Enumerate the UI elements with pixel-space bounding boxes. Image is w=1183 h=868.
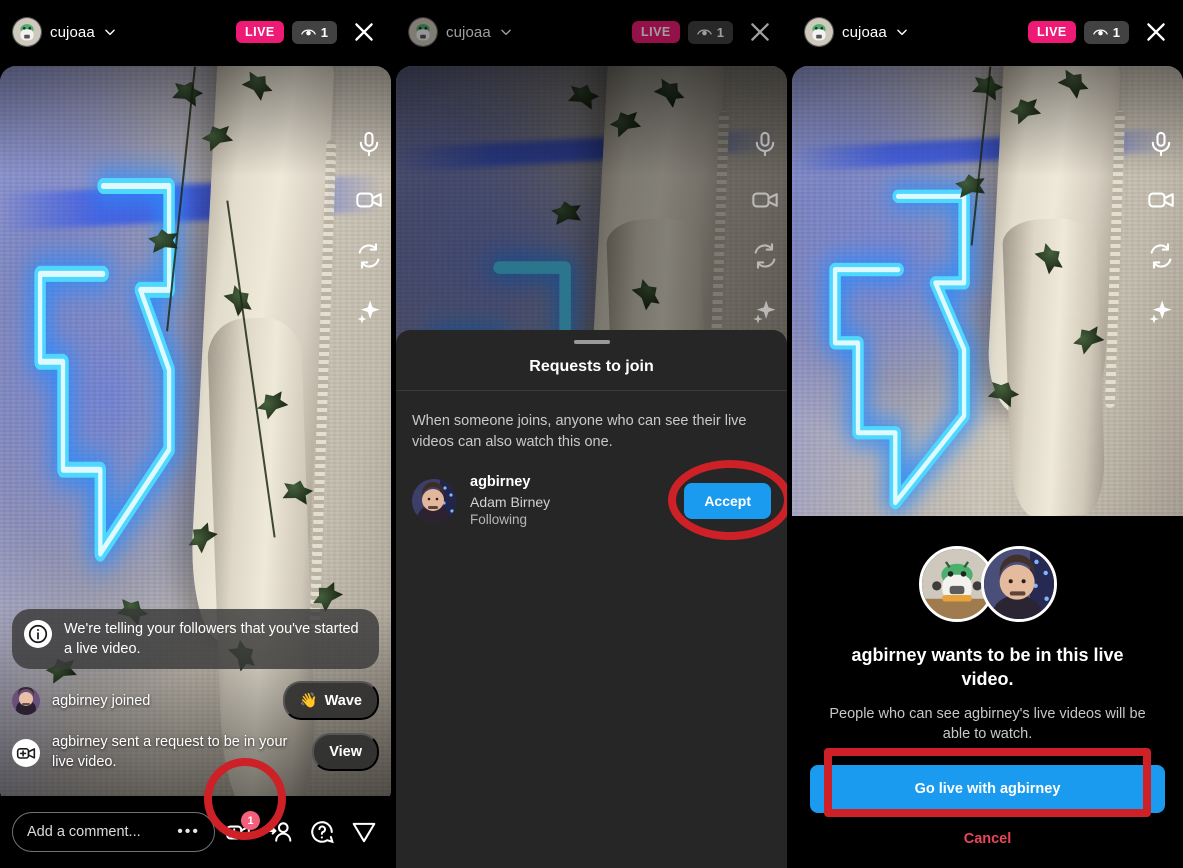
table-row: agbirney Adam Birney Following Accept	[396, 453, 787, 530]
viewer-count-value: 1	[1112, 24, 1120, 40]
live-badge: LIVE	[1027, 20, 1076, 44]
camera-control-rail-1	[355, 130, 383, 326]
viewer-count-badge[interactable]: 1	[291, 20, 337, 44]
requests-bottom-sheet: Requests to join When someone joins, any…	[396, 330, 787, 868]
live-video-viewport-3	[792, 66, 1183, 516]
phone-panel-2: cujoaa LIVE 1 Requests to join When some…	[396, 0, 787, 868]
dialog-title: agbirney wants to be in this live video.	[851, 645, 1124, 689]
chevron-down-icon[interactable]	[103, 25, 117, 39]
sparkles-effects-icon[interactable]	[1147, 298, 1175, 326]
sparkles-effects-icon[interactable]	[751, 298, 779, 326]
video-camera-icon[interactable]	[751, 186, 779, 214]
question-circle-icon[interactable]	[309, 819, 335, 845]
video-camera-icon[interactable]	[1147, 186, 1175, 214]
close-icon[interactable]	[1143, 19, 1169, 45]
wave-hand-icon: 👋	[299, 693, 318, 709]
comment-placeholder: Add a comment...	[27, 824, 141, 840]
request-relationship: Following	[470, 512, 528, 528]
viewer-count-badge[interactable]: 1	[687, 20, 733, 44]
comment-composer-bar: Add a comment... ••• 1	[0, 796, 391, 868]
chevron-down-icon[interactable]	[895, 25, 909, 39]
viewer-count-value: 1	[320, 24, 328, 40]
search-input[interactable]: Add a comment... •••	[12, 812, 215, 852]
microphone-icon[interactable]	[751, 130, 779, 158]
microphone-icon[interactable]	[1147, 130, 1175, 158]
info-icon	[24, 620, 52, 648]
ellipsis-icon[interactable]: •••	[177, 823, 200, 841]
live-top-bar-1: cujoaa LIVE 1	[0, 12, 391, 52]
phone-panel-3: cujoaa LIVE 1 agbirney wants to be in th…	[792, 0, 1183, 868]
flip-camera-icon[interactable]	[355, 242, 383, 270]
view-request-button[interactable]: View	[312, 733, 379, 771]
go-live-confirmation-dialog: agbirney wants to be in this live video.…	[792, 516, 1183, 868]
flip-camera-icon[interactable]	[1147, 242, 1175, 270]
sheet-grabber-handle[interactable]	[573, 340, 610, 344]
chevron-down-icon[interactable]	[499, 25, 513, 39]
robot-avatar[interactable]	[804, 17, 834, 47]
cancel-button[interactable]: Cancel	[964, 831, 1012, 847]
sheet-description: When someone joins, anyone who can see t…	[412, 413, 747, 451]
stream-username[interactable]: cujoaa	[50, 24, 95, 41]
event-text: agbirney sent a request to be in your li…	[52, 734, 288, 770]
view-button-label: View	[329, 744, 362, 760]
request-meta: agbirney Adam Birney Following	[470, 473, 670, 530]
live-event-feed: We're telling your followers that you've…	[0, 609, 391, 772]
composer-icon-row: 1	[225, 811, 379, 845]
info-toast: We're telling your followers that you've…	[12, 609, 379, 669]
stream-username[interactable]: cujoaa	[446, 24, 491, 41]
eye-icon	[696, 26, 712, 39]
robot-avatar[interactable]	[408, 17, 438, 47]
list-item: agbirney sent a request to be in your li…	[12, 732, 379, 772]
info-toast-text: We're telling your followers that you've…	[64, 621, 359, 657]
dialog-subtitle: People who can see agbirney's live video…	[829, 705, 1146, 743]
avatar-pair	[918, 546, 1057, 622]
accept-button[interactable]: Accept	[684, 483, 771, 520]
close-icon[interactable]	[351, 19, 377, 45]
wave-button-label: Wave	[324, 692, 362, 709]
user-avatar[interactable]	[412, 479, 456, 524]
live-badge: LIVE	[235, 20, 284, 44]
screenshot-stage: cujoaa LIVE 1 We're telling your followe…	[0, 0, 1183, 868]
page-title: Requests to join	[396, 358, 787, 391]
neon-lightning-bolt	[20, 170, 192, 570]
wave-button[interactable]: 👋 Wave	[282, 681, 379, 720]
go-live-with-guest-button[interactable]: Go live with agbirney	[810, 764, 1165, 813]
viewer-count-value: 1	[716, 24, 724, 40]
robot-avatar[interactable]	[12, 17, 42, 47]
status-badge: 1	[241, 811, 260, 830]
camera-control-rail-3	[1147, 130, 1175, 326]
event-text: agbirney joined	[52, 692, 151, 709]
camera-control-rail-2	[751, 130, 779, 326]
video-scene	[792, 66, 1183, 516]
user-avatar	[980, 546, 1057, 622]
add-to-live-video-icon[interactable]: 1	[225, 811, 260, 845]
primary-action-wrapper: Go live with agbirney	[810, 764, 1165, 813]
send-icon[interactable]	[351, 819, 377, 845]
microphone-icon[interactable]	[355, 130, 383, 158]
stream-username[interactable]: cujoaa	[842, 24, 887, 41]
request-fullname: Adam Birney	[470, 493, 551, 510]
video-camera-icon[interactable]	[355, 186, 383, 214]
flip-camera-icon[interactable]	[751, 242, 779, 270]
live-badge: LIVE	[631, 20, 680, 44]
viewer-count-badge[interactable]: 1	[1083, 20, 1129, 44]
live-top-bar-2: cujoaa LIVE 1	[396, 12, 787, 52]
close-icon[interactable]	[747, 19, 773, 45]
live-top-bar-3: cujoaa LIVE 1	[792, 12, 1183, 52]
sparkles-effects-icon[interactable]	[355, 298, 383, 326]
phone-panel-1: cujoaa LIVE 1 We're telling your followe…	[0, 0, 391, 868]
add-person-icon[interactable]	[267, 819, 293, 845]
request-username: agbirney	[470, 474, 531, 491]
list-item: agbirney joined 👋 Wave	[12, 681, 379, 720]
eye-icon	[300, 26, 316, 39]
user-avatar[interactable]	[12, 686, 40, 715]
add-video-icon	[12, 738, 40, 767]
neon-lightning-bolt	[815, 183, 987, 516]
eye-icon	[1092, 26, 1108, 39]
